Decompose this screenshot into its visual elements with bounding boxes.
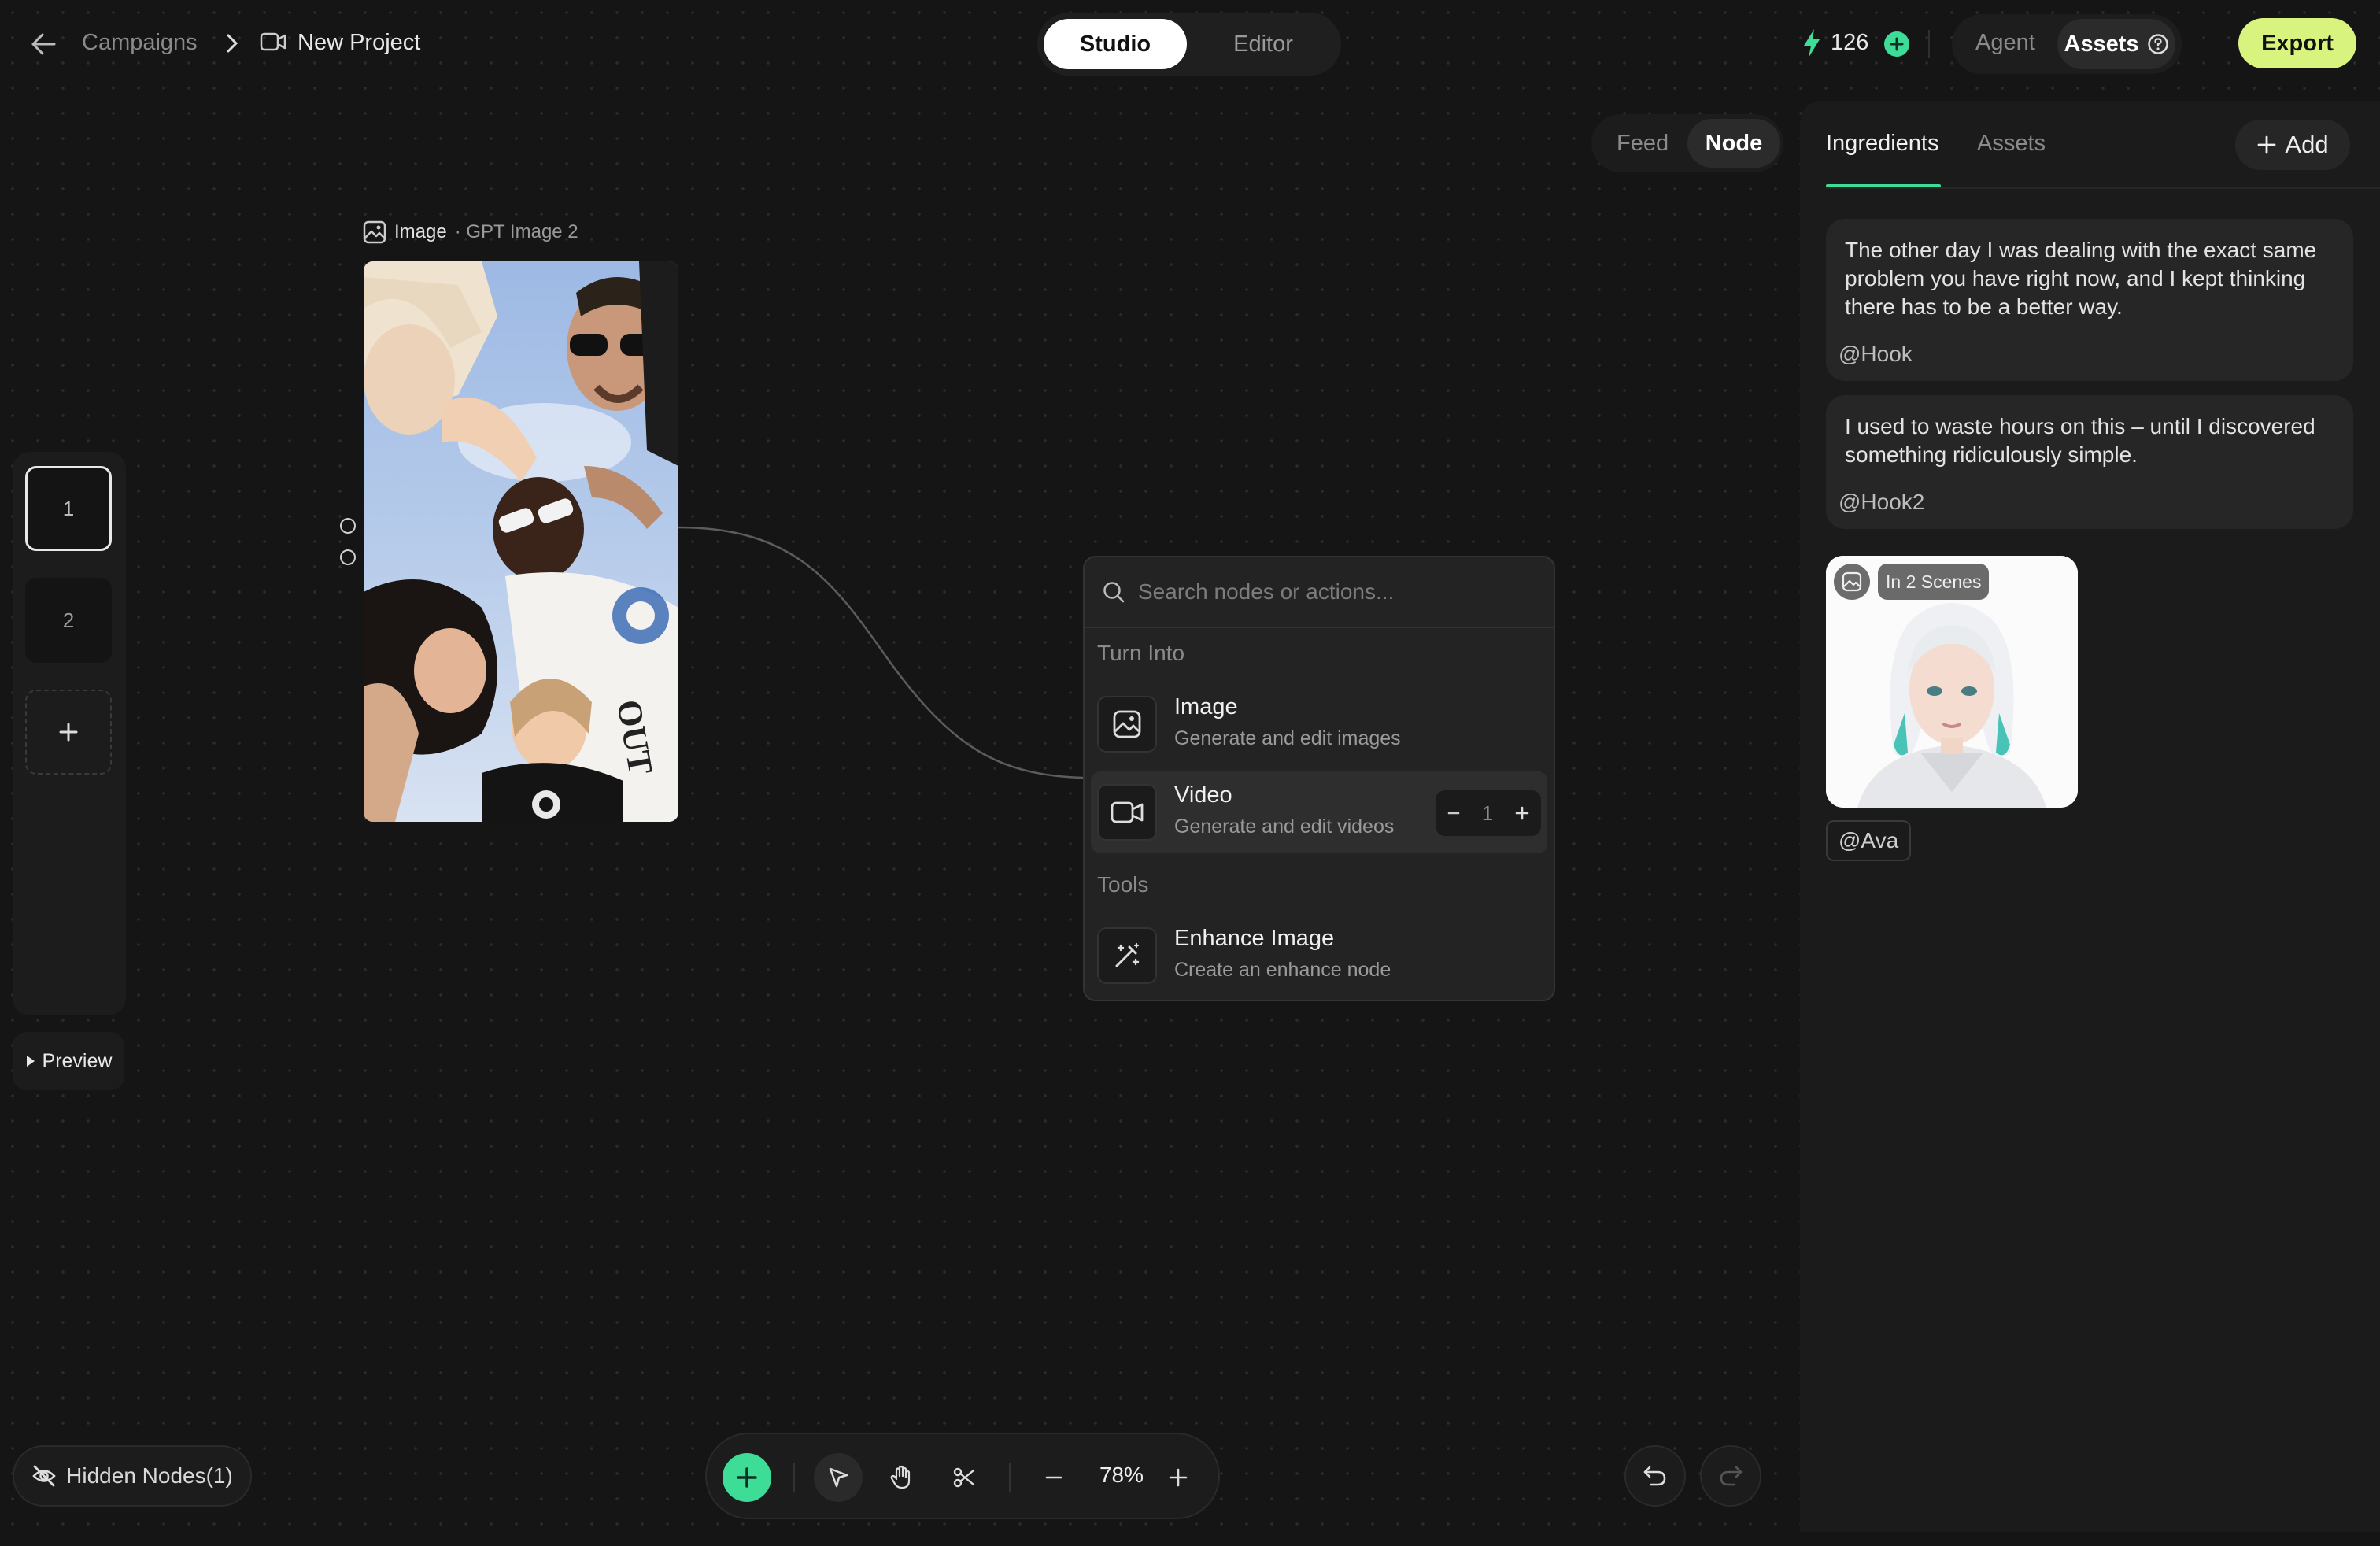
menu-item-subtitle: Create an enhance node: [1174, 959, 1391, 981]
canvas-toolbar: 78%: [705, 1433, 1220, 1519]
divider: [793, 1463, 795, 1492]
video-count-value: 1: [1481, 801, 1494, 825]
group-photo-image: OUT: [364, 261, 678, 822]
menu-item-title: Video: [1174, 782, 1232, 808]
input-port-1[interactable]: [340, 518, 356, 534]
magic-wand-icon: [1097, 927, 1157, 984]
ingredient-tag: @Hook: [1839, 342, 1913, 366]
node-model-label: · GPT Image 2: [454, 221, 578, 242]
plus-icon: [2258, 135, 2276, 154]
search-icon: [1103, 582, 1125, 603]
zoom-in-button[interactable]: [1154, 1453, 1203, 1502]
pan-tool-button[interactable]: [877, 1453, 926, 1502]
plus-icon: [1516, 806, 1529, 820]
menu-item-subtitle: Generate and edit images: [1174, 727, 1401, 749]
menu-item-title: Enhance Image: [1174, 926, 1335, 951]
section-tools: Tools: [1097, 872, 1149, 897]
image-icon: [1834, 564, 1870, 600]
divider: [1009, 1463, 1011, 1492]
app-root: Campaigns New Project Studio Editor 126 …: [0, 0, 2380, 1546]
node-action-menu: Turn Into Image Generate and edit images…: [1083, 556, 1555, 1001]
select-tool-button[interactable]: [814, 1453, 863, 1502]
ingredient-text: The other day I was dealing with the exa…: [1845, 238, 2317, 319]
section-turn-into: Turn Into: [1097, 641, 1185, 665]
tab-assets[interactable]: Assets: [1977, 131, 2046, 157]
divider: [1826, 187, 2380, 189]
minus-icon: [1447, 812, 1459, 815]
increment-button[interactable]: [1514, 805, 1530, 821]
scissors-icon: [953, 1467, 975, 1488]
scene-count-badge: In 2 Scenes: [1878, 564, 1990, 600]
minus-icon: [1045, 1476, 1062, 1479]
cut-tool-button[interactable]: [940, 1453, 989, 1502]
image-node-preview[interactable]: OUT: [364, 261, 678, 822]
redo-button[interactable]: [1700, 1445, 1761, 1507]
add-node-button[interactable]: [722, 1453, 771, 1502]
asset-ava-thumbnail[interactable]: In 2 Scenes: [1826, 556, 2078, 808]
video-camera-icon: [1097, 784, 1157, 841]
plus-icon: [737, 1467, 757, 1488]
cursor-arrow-icon: [829, 1467, 848, 1488]
menu-item-title: Image: [1174, 694, 1238, 719]
asset-tag[interactable]: @Ava: [1826, 820, 1912, 861]
menu-search-bar: [1085, 557, 1554, 628]
image-icon: [363, 220, 386, 244]
input-port-2[interactable]: [340, 549, 356, 565]
node-header: Image · GPT Image 2: [363, 220, 578, 244]
eye-off-icon: [32, 1465, 56, 1487]
hand-icon: [890, 1465, 911, 1489]
node-type-label: Image: [394, 221, 447, 242]
add-button-label: Add: [2285, 131, 2329, 158]
ingredient-text: I used to waste hours on this – until I …: [1845, 414, 2315, 467]
ingredient-card-hook[interactable]: The other day I was dealing with the exa…: [1826, 219, 2353, 381]
zoom-out-button[interactable]: [1029, 1453, 1078, 1502]
redo-icon: [1720, 1466, 1743, 1486]
menu-item-image[interactable]: Image Generate and edit images: [1091, 683, 1547, 765]
plus-icon: [1169, 1468, 1188, 1487]
right-panel: Ingredients Assets Add The other day I w…: [1800, 101, 2380, 1532]
tab-ingredients[interactable]: Ingredients: [1826, 131, 1939, 157]
decrement-button[interactable]: [1447, 806, 1461, 820]
undo-icon: [1643, 1466, 1666, 1486]
hidden-nodes-label: Hidden Nodes(1): [66, 1463, 233, 1488]
video-count-stepper: 1: [1436, 790, 1541, 836]
menu-item-enhance-image[interactable]: Enhance Image Create an enhance node: [1091, 915, 1547, 997]
add-ingredient-button[interactable]: Add: [2235, 120, 2350, 170]
menu-item-subtitle: Generate and edit videos: [1174, 816, 1395, 838]
ingredient-card-hook2[interactable]: I used to waste hours on this – until I …: [1826, 395, 2353, 529]
search-input[interactable]: [1136, 579, 1549, 605]
undo-button[interactable]: [1624, 1445, 1686, 1507]
menu-item-video[interactable]: Video Generate and edit videos 1: [1091, 771, 1547, 853]
ingredient-tag: @Hook2: [1839, 490, 1925, 514]
image-icon: [1097, 696, 1157, 753]
zoom-level: 78%: [1099, 1463, 1144, 1487]
hidden-nodes-button[interactable]: Hidden Nodes(1): [13, 1445, 252, 1507]
